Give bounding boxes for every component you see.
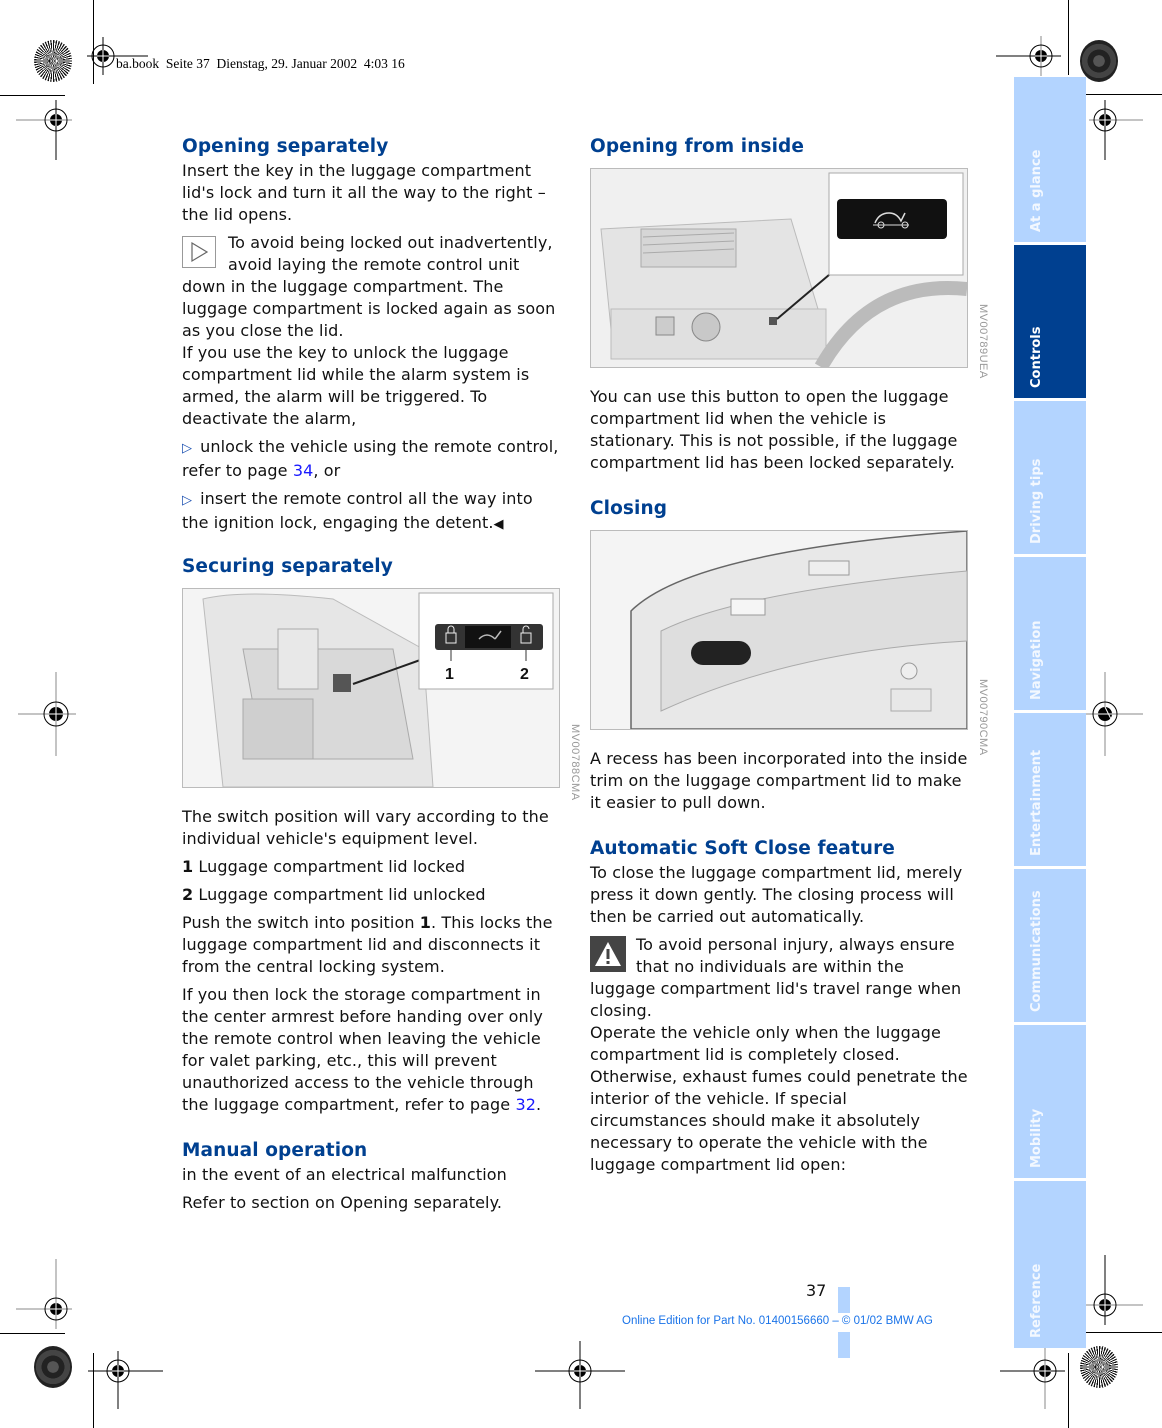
footer-bar	[838, 1332, 850, 1358]
manual-operation-ref: Refer to section on Opening separately.	[182, 1193, 503, 1212]
bullet-triangle-icon: ▷	[182, 493, 193, 508]
armrest-illustration: 1 2	[183, 589, 559, 787]
section-manual-operation: Manual operation in the event of an elec…	[182, 1138, 560, 1214]
registration-target-icon	[996, 36, 1061, 76]
figure-code: MV00789UEA	[977, 304, 989, 379]
footer-bar	[838, 1287, 850, 1313]
warning-block: To avoid personal injury, always ensure …	[590, 934, 968, 1176]
tab-communications[interactable]: Communications	[1014, 869, 1086, 1022]
registration-target-icon	[535, 1341, 625, 1409]
registration-target-icon	[16, 1259, 72, 1329]
tab-navigation[interactable]: Navigation	[1014, 557, 1086, 710]
tab-mobility[interactable]: Mobility	[1014, 1025, 1086, 1178]
switch-position-text: The switch position will vary according …	[182, 807, 549, 848]
section-soft-close: Automatic Soft Close feature To close th…	[590, 836, 968, 1176]
warning-text-2: Operate the vehicle only when the luggag…	[590, 1023, 968, 1174]
end-mark-icon: ◀	[493, 517, 504, 532]
tab-entertainment[interactable]: Entertainment	[1014, 713, 1086, 866]
legend-item: 2 Luggage compartment lid unlocked	[182, 885, 486, 904]
registration-target-icon	[1085, 672, 1143, 756]
figure-code: MV00788CMA	[569, 724, 581, 801]
opening-separately-text: Insert the key in the luggage compartmen…	[182, 161, 546, 224]
valet-text: If you then lock the storage compartment…	[182, 985, 543, 1114]
figure-armrest-switch: 1 2	[182, 588, 560, 788]
figure-code: MV00790CMA	[977, 679, 989, 756]
page-link-32[interactable]: 32	[515, 1095, 536, 1114]
section-securing-separately: Securing separately 1 2 MV00788CMA The s…	[182, 554, 581, 1116]
registration-target-icon	[1000, 1341, 1065, 1409]
dashboard-illustration	[591, 169, 967, 367]
note-triangle-icon	[182, 236, 216, 268]
trunk-lid-illustration	[591, 531, 967, 729]
warning-triangle-icon	[590, 936, 626, 972]
soft-close-text: To close the luggage compartment lid, me…	[590, 863, 963, 926]
registration-target-icon	[1089, 100, 1143, 160]
warning-text: To avoid personal injury, always ensure …	[590, 935, 962, 1020]
heading-opening-separately: Opening separately	[182, 136, 389, 157]
opening-from-inside-text: You can use this button to open the lugg…	[590, 387, 958, 472]
closing-text: A recess has been incorporated into the …	[590, 749, 968, 812]
callout-1: 1	[445, 666, 454, 683]
bullet-triangle-icon: ▷	[182, 441, 193, 456]
tab-driving-tips[interactable]: Driving tips	[1014, 401, 1086, 554]
section-opening-separately: Opening separately Insert the key in the…	[182, 134, 560, 536]
heading-manual-operation: Manual operation	[182, 1140, 368, 1161]
bullet-item: ▷ insert the remote control all the way i…	[182, 489, 533, 532]
bullet-item: ▷ unlock the vehicle using the remote con…	[182, 437, 559, 480]
heading-soft-close: Automatic Soft Close feature	[590, 838, 895, 859]
tab-at-a-glance[interactable]: At a glance	[1014, 77, 1086, 242]
heading-opening-from-inside: Opening from inside	[590, 136, 805, 157]
note-text: To avoid being locked out inadvertently,…	[182, 233, 556, 340]
legend-item: 1 Luggage compartment lid locked	[182, 857, 466, 876]
recess-handle	[691, 641, 751, 665]
print-stamp: ba.book Seite 37 Dienstag, 29. Januar 20…	[116, 56, 405, 71]
callout-2: 2	[520, 666, 529, 683]
section-opening-from-inside: Opening from inside MV00789UEA You can u…	[590, 134, 989, 474]
heading-securing-separately: Securing separately	[182, 556, 393, 577]
figure-dashboard-button	[590, 168, 968, 368]
push-switch-text: Push the switch into position 1. This lo…	[182, 913, 553, 976]
heading-closing: Closing	[590, 498, 668, 519]
page-link-34[interactable]: 34	[293, 461, 314, 480]
tab-controls[interactable]: Controls	[1014, 245, 1086, 398]
section-closing: Closing MV00790CMA A recess has been inc…	[590, 496, 989, 814]
registration-target-icon	[88, 1351, 163, 1409]
alarm-text: If you use the key to unlock the luggage…	[182, 343, 530, 428]
edition-footer: Online Edition for Part No. 01400156660 …	[622, 1315, 933, 1327]
manual-operation-text: in the event of an electrical malfunctio…	[182, 1165, 507, 1184]
note-block: To avoid being locked out inadvertently,…	[182, 232, 560, 430]
figure-trunk-lid-recess	[590, 530, 968, 730]
right-column: Opening from inside MV00789UEA You can u…	[590, 134, 989, 1176]
registration-target-icon	[16, 100, 72, 160]
left-column: Opening separately Insert the key in the…	[182, 134, 581, 1214]
page-number: 37	[806, 1281, 827, 1300]
tab-reference[interactable]: Reference	[1014, 1181, 1086, 1348]
registration-target-icon	[1085, 1255, 1143, 1325]
registration-target-icon	[18, 672, 76, 756]
